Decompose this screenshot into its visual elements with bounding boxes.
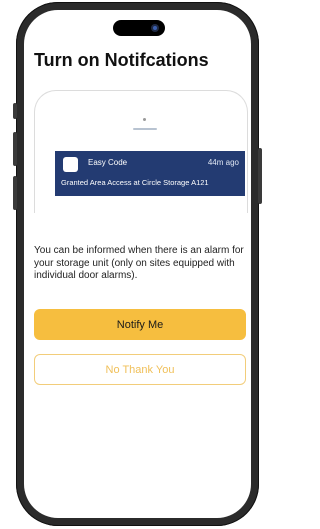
- notification-time: 44m ago: [207, 158, 239, 167]
- notification-message: Granted Area Access at Circle Storage A1…: [61, 178, 209, 187]
- notify-me-button[interactable]: Notify Me: [34, 309, 246, 340]
- page-title: Turn on Notifcations: [34, 50, 209, 70]
- power-button: [258, 148, 262, 204]
- description-text: You can be informed when there is an ala…: [34, 245, 244, 281]
- speaker-dot-icon: [143, 118, 146, 121]
- notification-banner: Easy Code 44m ago Granted Area Access at…: [55, 151, 245, 196]
- notification-app-name: Easy Code: [88, 158, 128, 167]
- notification-illustration: Easy Code 44m ago Granted Area Access at…: [34, 90, 248, 213]
- volume-up-button: [13, 132, 17, 166]
- phone-screen: Turn on Notifcations Easy Code 44m ago G…: [24, 10, 251, 518]
- app-icon: [63, 157, 78, 172]
- volume-down-button: [13, 176, 17, 210]
- dynamic-island: [113, 20, 165, 36]
- no-thank-you-button[interactable]: No Thank You: [34, 354, 246, 385]
- camera-icon: [151, 24, 159, 32]
- mute-switch: [13, 103, 17, 119]
- earpiece-bar-icon: [133, 128, 157, 130]
